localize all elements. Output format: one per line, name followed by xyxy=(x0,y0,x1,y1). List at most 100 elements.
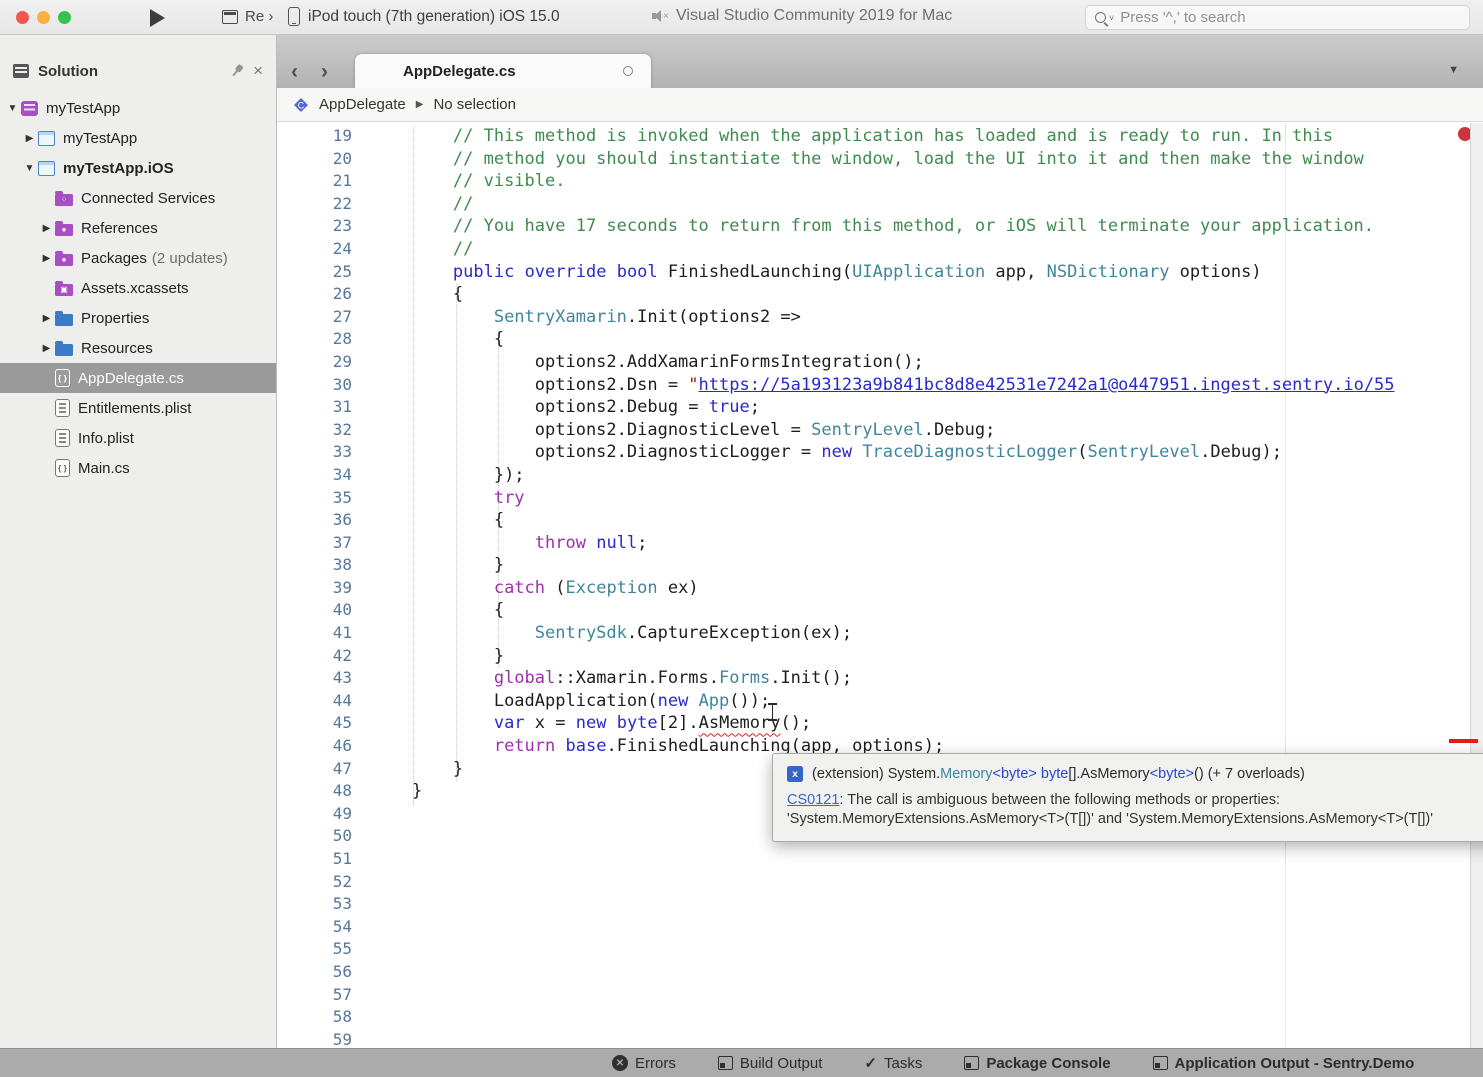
sidebar-item-connected-services[interactable]: ⁘Connected Services xyxy=(0,183,276,213)
line-number: 38 xyxy=(277,554,352,577)
code-line-52[interactable]: 52 xyxy=(277,871,1483,894)
pad-button-build-output[interactable]: Build Output xyxy=(718,1055,823,1072)
sidebar-item-packages[interactable]: ▶●Packages(2 updates) xyxy=(0,243,276,273)
text-cursor-icon xyxy=(767,701,778,723)
close-pad-icon[interactable]: × xyxy=(253,64,263,78)
folder-glyph-icon: ▣ xyxy=(55,284,73,296)
code-line-23[interactable]: 23 // You have 17 seconds to return from… xyxy=(277,215,1483,238)
navigate-back-button[interactable]: ‹ xyxy=(291,60,298,84)
global-search-field[interactable]: ˅ Press '^,' to search xyxy=(1085,5,1470,30)
disclosure-right-icon[interactable]: ▶ xyxy=(38,253,55,264)
code-line-27[interactable]: 27 SentryXamarin.Init(options2 => xyxy=(277,306,1483,329)
pad-button-package-console[interactable]: Package Console xyxy=(964,1055,1110,1072)
error-code-link[interactable]: CS0121 xyxy=(787,792,839,808)
code-token xyxy=(688,691,698,711)
tab-overflow-dropdown-icon[interactable]: ▼ xyxy=(1448,64,1459,76)
code-line-41[interactable]: 41 SentrySdk.CaptureException(ex); xyxy=(277,622,1483,645)
code-line-38[interactable]: 38 } xyxy=(277,554,1483,577)
line-number: 32 xyxy=(277,419,352,442)
code-line-40[interactable]: 40 { xyxy=(277,599,1483,622)
code-token: new xyxy=(576,713,607,733)
line-number: 54 xyxy=(277,916,352,939)
disclosure-right-icon[interactable]: ▶ xyxy=(38,343,55,354)
close-window-button[interactable] xyxy=(16,11,29,24)
pad-button-application-output-sentry-demo[interactable]: Application Output - Sentry.Demo xyxy=(1153,1055,1415,1072)
disclosure-down-icon[interactable]: ▼ xyxy=(4,103,21,114)
code-line-29[interactable]: 29 options2.AddXamarinFormsIntegration()… xyxy=(277,351,1483,374)
disclosure-right-icon[interactable]: ▶ xyxy=(21,133,38,144)
zoom-window-button[interactable] xyxy=(58,11,71,24)
code-line-25[interactable]: 25 public override bool FinishedLaunchin… xyxy=(277,261,1483,284)
sidebar-item-mytestapp[interactable]: ▼myTestApp xyxy=(0,93,276,123)
disclosure-down-icon[interactable]: ▼ xyxy=(21,163,38,174)
code-line-42[interactable]: 42 } xyxy=(277,645,1483,668)
folder-glyph-icon: ● xyxy=(55,224,73,236)
code-line-30[interactable]: 30 options2.Dsn = "https://5a193123a9b84… xyxy=(277,374,1483,397)
sidebar-item-references[interactable]: ▶●References xyxy=(0,213,276,243)
tab-appdelegate[interactable]: AppDelegate.cs xyxy=(355,54,651,88)
pin-pad-icon[interactable] xyxy=(227,61,247,81)
code-line-19[interactable]: 19 // This method is invoked when the ap… xyxy=(277,125,1483,148)
sidebar-item-main-cs[interactable]: { }Main.cs xyxy=(0,453,276,483)
code-editor[interactable]: 19 // This method is invoked when the ap… xyxy=(277,123,1483,1048)
sidebar-item-mytestapp-ios[interactable]: ▼myTestApp.iOS xyxy=(0,153,276,183)
code-token: { xyxy=(453,284,463,304)
line-number: 55 xyxy=(277,938,352,961)
pad-button-tasks[interactable]: ✓Tasks xyxy=(864,1055,922,1072)
code-line-55[interactable]: 55 xyxy=(277,938,1483,961)
line-text: LoadApplication(new App()); xyxy=(371,691,770,711)
code-line-22[interactable]: 22 // xyxy=(277,193,1483,216)
sidebar-item-appdelegate-cs[interactable]: { }AppDelegate.cs xyxy=(0,363,276,393)
line-number: 36 xyxy=(277,509,352,532)
device-selector[interactable]: iPod touch (7th generation) iOS 15.0 xyxy=(288,7,560,26)
sidebar-item-info-plist[interactable]: Info.plist xyxy=(0,423,276,453)
sidebar-item-entitlements-plist[interactable]: Entitlements.plist xyxy=(0,393,276,423)
run-configuration-selector[interactable]: Re › xyxy=(222,8,273,25)
code-line-39[interactable]: 39 catch (Exception ex) xyxy=(277,577,1483,600)
code-line-24[interactable]: 24 // xyxy=(277,238,1483,261)
code-line-59[interactable]: 59 xyxy=(277,1029,1483,1048)
line-text: options2.Debug = true; xyxy=(371,397,760,417)
code-line-37[interactable]: 37 throw null; xyxy=(277,532,1483,555)
minimize-window-button[interactable] xyxy=(37,11,50,24)
run-button[interactable] xyxy=(150,9,165,27)
code-line-57[interactable]: 57 xyxy=(277,984,1483,1007)
code-line-45[interactable]: 45 var x = new byte[2].AsMemory(); xyxy=(277,712,1483,735)
disclosure-right-icon[interactable]: ▶ xyxy=(38,223,55,234)
code-line-44[interactable]: 44 LoadApplication(new App()); xyxy=(277,690,1483,713)
code-line-26[interactable]: 26 { xyxy=(277,283,1483,306)
code-line-31[interactable]: 31 options2.Debug = true; xyxy=(277,396,1483,419)
tooltip-signature-row: x (extension) System.Memory<byte> byte[]… xyxy=(787,766,1483,782)
navigate-forward-button[interactable]: › xyxy=(321,60,328,84)
code-token: return xyxy=(494,736,555,756)
code-line-28[interactable]: 28 { xyxy=(277,328,1483,351)
code-line-56[interactable]: 56 xyxy=(277,961,1483,984)
pad-button-errors[interactable]: ✕Errors xyxy=(612,1055,676,1072)
code-line-32[interactable]: 32 options2.DiagnosticLevel = SentryLeve… xyxy=(277,419,1483,442)
vertical-scrollbar[interactable] xyxy=(1470,123,1483,1048)
sidebar-item-mytestapp[interactable]: ▶myTestApp xyxy=(0,123,276,153)
code-token: } xyxy=(494,646,504,666)
code-line-43[interactable]: 43 global::Xamarin.Forms.Forms.Init(); xyxy=(277,667,1483,690)
code-line-34[interactable]: 34 }); xyxy=(277,464,1483,487)
line-number: 43 xyxy=(277,667,352,690)
code-line-51[interactable]: 51 xyxy=(277,848,1483,871)
sidebar-item-properties[interactable]: ▶Properties xyxy=(0,303,276,333)
code-line-21[interactable]: 21 // visible. xyxy=(277,170,1483,193)
code-line-33[interactable]: 33 options2.DiagnosticLogger = new Trace… xyxy=(277,441,1483,464)
sidebar-item-resources[interactable]: ▶Resources xyxy=(0,333,276,363)
sidebar-item-assets-xcassets[interactable]: ▣Assets.xcassets xyxy=(0,273,276,303)
code-line-35[interactable]: 35 try xyxy=(277,487,1483,510)
breadcrumb-class[interactable]: AppDelegate xyxy=(319,96,406,113)
code-line-20[interactable]: 20 // method you should instantiate the … xyxy=(277,148,1483,171)
code-line-54[interactable]: 54 xyxy=(277,916,1483,939)
unsaved-indicator-icon[interactable] xyxy=(623,66,633,76)
code-token: SentrySdk xyxy=(535,623,627,643)
code-line-53[interactable]: 53 xyxy=(277,893,1483,916)
code-line-58[interactable]: 58 xyxy=(277,1006,1483,1029)
breadcrumb-selection[interactable]: No selection xyxy=(433,96,516,113)
editor-column: ‹ › AppDelegate.cs ▼ C AppDelegate ▶ No … xyxy=(277,35,1483,1048)
code-line-36[interactable]: 36 { xyxy=(277,509,1483,532)
code-token: // xyxy=(453,239,473,259)
disclosure-right-icon[interactable]: ▶ xyxy=(38,313,55,324)
